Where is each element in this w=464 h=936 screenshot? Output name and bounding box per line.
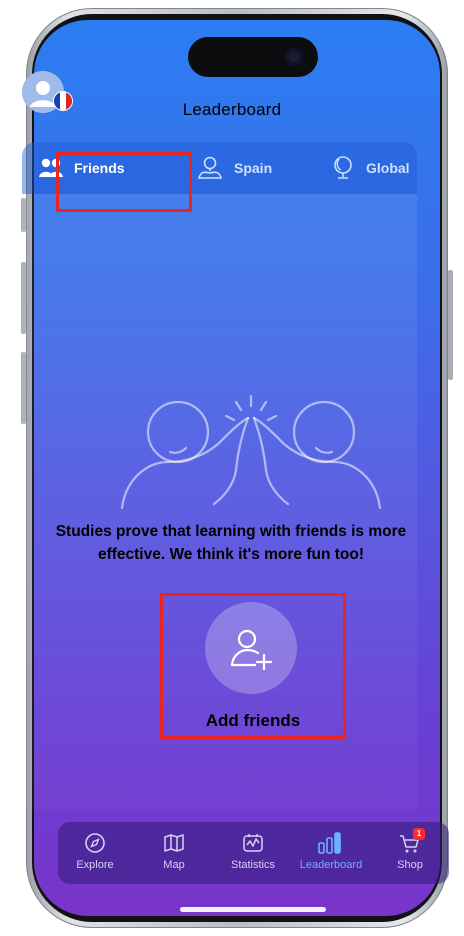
nav-map-label: Map (163, 859, 185, 871)
nav-shop-label: Shop (397, 859, 423, 871)
globe-icon (334, 156, 352, 179)
camera-icon (285, 48, 303, 66)
tab-spain[interactable]: Spain (196, 150, 272, 186)
shop-badge: 1 (413, 828, 425, 840)
statistics-icon (243, 834, 263, 852)
nav-explore[interactable]: Explore (55, 830, 135, 871)
high-five-illustration (120, 394, 382, 510)
region-pin-icon (197, 156, 223, 179)
nav-statistics[interactable]: Statistics (213, 830, 293, 871)
tab-global[interactable]: Global (330, 150, 410, 186)
compass-icon (85, 833, 105, 853)
leaderboard-icon (318, 832, 341, 854)
friends-message: Studies prove that learning with friends… (55, 523, 407, 563)
friends-tab-highlight (56, 152, 192, 212)
nav-leaderboard-label: Leaderboard (299, 859, 363, 871)
power-button (448, 270, 453, 380)
nav-map[interactable]: Map (134, 830, 214, 871)
page-title: Leaderboard (182, 100, 282, 119)
nav-shop[interactable]: 1 Shop (370, 828, 450, 871)
nav-leaderboard[interactable]: Leaderboard (291, 830, 371, 871)
tab-spain-label: Spain (234, 160, 273, 176)
dynamic-island (188, 37, 318, 77)
nav-explore-label: Explore (76, 859, 114, 871)
map-icon (164, 834, 184, 852)
nav-statistics-label: Statistics (230, 859, 275, 871)
home-indicator[interactable] (180, 907, 326, 912)
tab-global-label: Global (366, 160, 410, 176)
add-friends-highlight (160, 593, 346, 739)
